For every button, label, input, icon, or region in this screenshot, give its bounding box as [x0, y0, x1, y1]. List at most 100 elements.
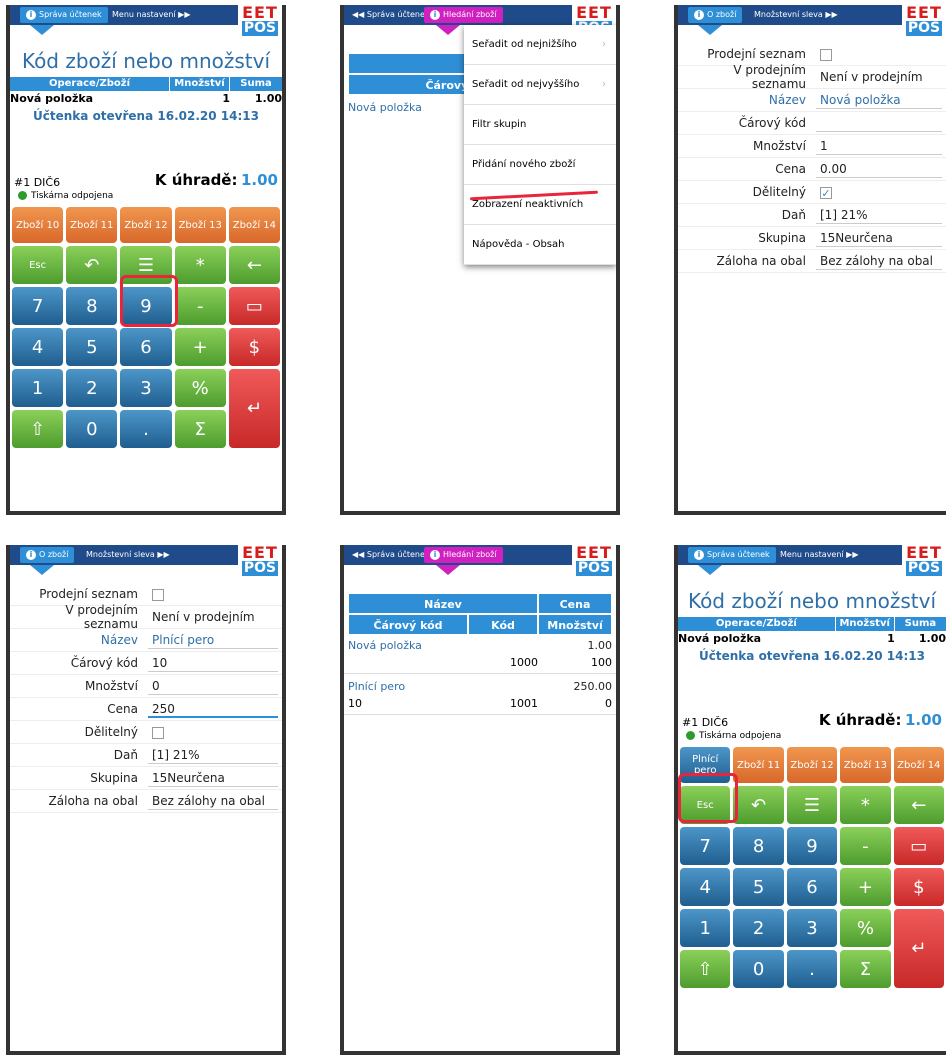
group-select[interactable]: 15Neurčena: [148, 769, 278, 787]
backspace-icon[interactable]: ←: [893, 786, 944, 824]
percent-button[interactable]: %: [174, 369, 226, 407]
key-2[interactable]: 2: [733, 909, 784, 947]
undo-icon[interactable]: ↶: [66, 246, 118, 284]
list-item[interactable]: Plnící pero 250.00 10 1001 0: [344, 678, 616, 715]
cash-icon[interactable]: $: [893, 868, 944, 906]
percent-button[interactable]: %: [840, 909, 891, 947]
key-dot[interactable]: .: [120, 410, 172, 448]
key-3[interactable]: 3: [786, 909, 838, 947]
receipt-table-header: Operace/Zboží Množství Suma: [678, 617, 946, 631]
key-8[interactable]: 8: [66, 287, 118, 325]
price-field[interactable]: 250: [148, 700, 278, 718]
key-2[interactable]: 2: [66, 369, 118, 407]
key-9[interactable]: 9: [786, 827, 838, 865]
receipt-row[interactable]: Nová položka 1 1.00: [678, 631, 946, 647]
field-label: Množství: [85, 679, 138, 693]
goods-button[interactable]: Zboží 12: [786, 747, 838, 783]
tab-receipts[interactable]: ◀◀ Správa účtenek: [346, 7, 436, 23]
receipt-row[interactable]: Nová položka 1 1.00: [10, 91, 282, 107]
multiply-button[interactable]: *: [840, 786, 891, 824]
tab-receipts[interactable]: i Správa účtenek: [688, 547, 776, 563]
quantity-field[interactable]: 0: [148, 677, 278, 695]
key-4[interactable]: 4: [680, 868, 731, 906]
divisible-checkbox[interactable]: ✓: [816, 183, 942, 201]
enter-icon[interactable]: ↵: [228, 369, 280, 448]
tax-select[interactable]: [1] 21%: [816, 206, 942, 224]
goods-button[interactable]: Zboží 13: [174, 207, 226, 243]
list-item[interactable]: Nová položka 1.00 1000 100: [344, 637, 616, 674]
barcode-field[interactable]: [816, 114, 942, 132]
tab-settings-menu[interactable]: Menu nastavení ▶▶: [774, 547, 865, 563]
search-header: Název Cena: [348, 593, 612, 614]
esc-button[interactable]: Esc: [12, 246, 64, 284]
card-icon[interactable]: ▭: [893, 827, 944, 865]
tab-search[interactable]: i Hledání zboží: [424, 7, 503, 23]
menu-item-sort-asc[interactable]: Seřadit od nejnižšího ›: [464, 25, 616, 65]
key-0[interactable]: 0: [733, 950, 784, 988]
key-4[interactable]: 4: [12, 328, 64, 366]
tax-select[interactable]: [1] 21%: [148, 746, 278, 764]
card-icon[interactable]: ▭: [228, 287, 280, 325]
list-icon[interactable]: ☰: [786, 786, 838, 824]
key-0[interactable]: 0: [66, 410, 118, 448]
key-8[interactable]: 8: [733, 827, 784, 865]
goods-button[interactable]: Zboží 14: [893, 747, 944, 783]
undo-icon[interactable]: ↶: [733, 786, 784, 824]
key-1[interactable]: 1: [680, 909, 731, 947]
minus-button[interactable]: -: [840, 827, 891, 865]
key-7[interactable]: 7: [680, 827, 731, 865]
plus-button[interactable]: +: [840, 868, 891, 906]
multiply-button[interactable]: *: [174, 246, 226, 284]
tab-goods-info[interactable]: iO zboží: [688, 7, 743, 23]
goods-button[interactable]: Zboží 11: [733, 747, 784, 783]
shift-icon[interactable]: ⇧: [680, 950, 731, 988]
deposit-select[interactable]: Bez zálohy na obal: [148, 792, 278, 810]
top-bar: i Správa účtenek Menu nastavení ▶▶ EET POS: [678, 545, 946, 579]
goods-button[interactable]: Zboží 13: [840, 747, 891, 783]
sum-icon[interactable]: Σ: [174, 410, 226, 448]
shift-icon[interactable]: ⇧: [12, 410, 64, 448]
group-select[interactable]: 15Neurčena: [816, 229, 942, 247]
tab-quantity-discount[interactable]: Množstevní sleva ▶▶: [748, 7, 844, 23]
backspace-icon[interactable]: ←: [228, 246, 280, 284]
barcode-field[interactable]: 10: [148, 654, 278, 672]
deposit-select[interactable]: Bez zálohy na obal: [816, 252, 942, 270]
key-6[interactable]: 6: [120, 328, 172, 366]
key-5[interactable]: 5: [66, 328, 118, 366]
key-6[interactable]: 6: [786, 868, 838, 906]
key-1[interactable]: 1: [12, 369, 64, 407]
minus-button[interactable]: -: [174, 287, 226, 325]
tab-receipts[interactable]: i Správa účtenek: [20, 7, 108, 23]
key-3[interactable]: 3: [120, 369, 172, 407]
key-5[interactable]: 5: [733, 868, 784, 906]
tab-receipts[interactable]: ◀◀ Správa účtenek: [346, 547, 436, 563]
sale-list-checkbox[interactable]: [816, 45, 942, 63]
key-7[interactable]: 7: [12, 287, 64, 325]
tab-goods-info[interactable]: iO zboží: [20, 547, 75, 563]
divisible-checkbox[interactable]: [148, 723, 278, 741]
cash-icon[interactable]: $: [228, 328, 280, 366]
enter-icon[interactable]: ↵: [893, 909, 944, 988]
goods-button[interactable]: Zboží 14: [228, 207, 280, 243]
price-field[interactable]: 0.00: [816, 160, 942, 178]
menu-item-sort-desc[interactable]: Seřadit od nejvyššího ›: [464, 65, 616, 105]
tab-search[interactable]: i Hledání zboží: [424, 547, 503, 563]
sum-icon[interactable]: Σ: [840, 950, 891, 988]
sale-list-checkbox[interactable]: [148, 585, 278, 603]
printer-status: Tiskárna odpojena: [10, 189, 282, 203]
key-dot[interactable]: .: [786, 950, 838, 988]
name-field[interactable]: Plnící pero: [148, 631, 278, 649]
goods-button[interactable]: Zboží 12: [120, 207, 172, 243]
name-field[interactable]: Nová položka: [816, 91, 942, 109]
goods-form: Prodejní seznam V prodejním seznamu Není …: [10, 579, 282, 813]
menu-item-filter[interactable]: Filtr skupin: [464, 105, 616, 145]
menu-item-help[interactable]: Nápověda - Obsah: [464, 225, 616, 265]
goods-button[interactable]: Zboží 11: [66, 207, 118, 243]
plus-button[interactable]: +: [174, 328, 226, 366]
field-label: Název: [768, 93, 806, 107]
tab-quantity-discount[interactable]: Množstevní sleva ▶▶: [80, 547, 176, 563]
goods-button[interactable]: Zboží 10: [12, 207, 64, 243]
quantity-field[interactable]: 1: [816, 137, 942, 155]
tab-settings-menu[interactable]: Menu nastavení ▶▶: [106, 7, 197, 23]
menu-item-add-goods[interactable]: Přidání nového zboží: [464, 145, 616, 185]
